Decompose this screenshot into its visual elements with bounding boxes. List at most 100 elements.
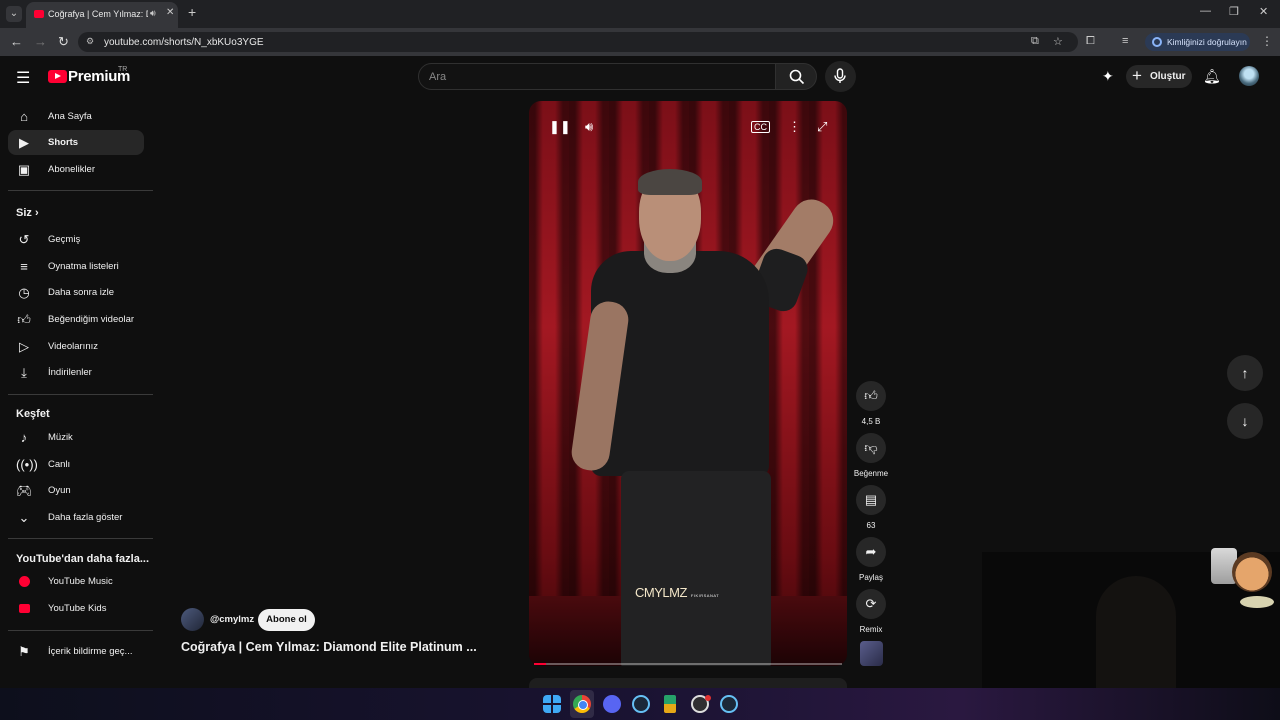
share-button[interactable]: ➦ Paylaş [856,537,886,582]
next-short-button[interactable]: ↓ [1227,403,1263,439]
omnibox[interactable]: ⚙ youtube.com/shorts/N_xbKUo3YGE [78,32,1078,52]
tab-audio-icon[interactable]: 🔊︎ [150,8,156,19]
like-button[interactable]: 👍︎ 4,5 B [856,381,886,426]
arrow-down-icon: ↓ [1241,413,1249,429]
browser-tab[interactable]: Coğrafya | Cem Yılmaz: Dia 🔊︎ ✕ [26,2,178,28]
tab-close-icon[interactable]: ✕ [166,7,174,18]
dislike-label: Beğenme [853,469,889,478]
tab-search-icon[interactable]: ⌄ [6,6,22,22]
address-bar: ← → ↻ ⚙ youtube.com/shorts/N_xbKUo3YGE ⧉… [0,28,1280,56]
sidebar-item-label: Oyun [48,485,71,496]
notifications-bell-icon[interactable]: 🔔︎ [1203,68,1221,85]
restore-icon[interactable]: ❐ [1229,5,1239,18]
sidebar-item-live[interactable]: ((•)) Canlı [8,452,144,477]
new-tab-icon[interactable]: + [188,4,196,20]
browser-menu-icon[interactable]: ⋮ [1261,34,1273,48]
dislike-button[interactable]: 👎︎ Beğenme [854,433,888,478]
sidebar-item-label: Beğendiğim videolar [48,314,135,325]
bookmark-star-icon[interactable]: ☆ [1053,35,1063,48]
sidebar-item-your-videos[interactable]: ▷ Videolarınız [8,334,144,359]
video-performer-hair [638,169,702,195]
sidebar-item-music[interactable]: ♪ Müzik [8,425,144,450]
sidebar-item-gaming[interactable]: 🎮︎ Oyun [8,478,144,503]
channel-name[interactable]: @cmylmz [210,614,254,625]
sidebar-item-home[interactable]: ⌂ Ana Sayfa [8,104,144,129]
windows-start-icon[interactable] [543,695,561,713]
minimize-icon[interactable]: — [1200,5,1211,17]
steam-icon[interactable] [720,695,738,713]
sidebar-item-show-more[interactable]: ⌄ Daha fazla göster [8,505,144,530]
sidebar-item-label: İndirilenler [48,367,92,378]
sidebar-item-history[interactable]: ↺ Geçmiş [8,227,144,252]
avatar[interactable] [1239,66,1259,86]
remix-button[interactable]: ⟳ Remix [856,589,886,634]
menu-icon[interactable]: ☰ [16,68,30,88]
verify-identity-button[interactable]: Kimliğinizi doğrulayın [1145,33,1250,51]
sidebar-item-shorts[interactable]: ▶ Shorts [8,130,144,155]
plus-icon: + [1132,66,1142,85]
sidebar-item-liked-videos[interactable]: 👍︎ Beğendiğim videolar [8,307,144,332]
channel-avatar[interactable] [181,608,204,631]
sidebar-item-downloads[interactable]: ⤓ İndirilenler [8,360,144,385]
volume-icon[interactable]: 🔊︎ [585,119,593,135]
create-button[interactable]: + Oluştur [1126,65,1192,88]
progress-bar[interactable] [534,663,842,665]
reload-icon[interactable]: ↻ [58,34,69,50]
youtube-music-icon [19,576,30,587]
discord-icon[interactable] [603,695,621,713]
search-placeholder: Ara [429,71,447,83]
explore-section-heading: Keşfet [16,408,50,420]
subscribe-button[interactable]: Abone ol [258,609,315,631]
search-button[interactable] [775,63,817,90]
window-close-icon[interactable]: ✕ [1259,5,1268,18]
more-options-icon[interactable]: ⋮ [788,119,801,135]
steam-icon[interactable] [632,695,650,713]
thumbs-down-icon: 👎︎ [856,433,886,463]
site-info-icon[interactable]: ⚙ [86,36,94,47]
shorts-player[interactable]: CMYLMZ FIKIRSANAT ❚❚ 🔊︎ CC ⋮ ⤢ [529,101,847,666]
your-videos-icon: ▷ [19,339,29,354]
pause-icon[interactable]: ❚❚ [549,119,571,135]
sidebar-item-label: Oynatma listeleri [48,261,119,272]
comments-button[interactable]: ▤ 63 [856,485,886,530]
shorts-icon: ▶ [19,135,29,150]
sidebar-item-watch-later[interactable]: ◷ Daha sonra izle [8,280,144,305]
app-icon[interactable] [664,695,676,713]
sidebar-item-playlists[interactable]: ≡ Oynatma listeleri [8,254,144,279]
back-icon[interactable]: ← [10,34,23,49]
previous-short-button[interactable]: ↑ [1227,355,1263,391]
shorts-create-icon[interactable]: ✦ [1102,68,1114,85]
fullscreen-icon[interactable]: ⤢ [817,119,827,135]
search-input[interactable]: Ara [418,63,776,90]
chrome-icon[interactable] [573,695,591,713]
url-text[interactable]: youtube.com/shorts/N_xbKUo3YGE [104,37,264,48]
history-icon: ↺ [18,232,30,247]
sidebar: ⌂ Ana Sayfa ▶ Shorts ▣ Abonelikler Siz ›… [0,98,160,688]
voice-search-button[interactable] [825,61,856,92]
extensions-icon[interactable]: ⧠ [1086,35,1095,48]
forward-icon[interactable]: → [34,34,47,49]
captions-icon[interactable]: CC [751,121,770,133]
media-control-icon[interactable]: ≡ [1122,35,1128,47]
sidebar-divider [8,630,153,631]
sidebar-item-youtube-kids[interactable]: YouTube Kids [8,596,144,621]
share-label: Paylaş [858,573,883,582]
video-title[interactable]: Coğrafya | Cem Yılmaz: Diamond Elite Pla… [181,640,477,654]
sidebar-item-label: Shorts [48,137,79,148]
webcam-person [1096,576,1176,688]
arrow-up-icon: ↑ [1241,365,1249,381]
country-code: TR [118,66,128,73]
install-app-icon[interactable]: ⧉ [1031,35,1039,48]
sidebar-item-youtube-music[interactable]: YouTube Music [8,569,144,594]
video-watermark: CMYLMZ FIKIRSANAT [635,585,720,600]
sidebar-item-report[interactable]: ⚑ İçerik bildirme geç... [8,639,144,664]
sidebar-item-label: Canlı [48,459,71,470]
remix-label: Remix [859,625,883,634]
sidebar-item-subscriptions[interactable]: ▣ Abonelikler [8,157,144,182]
remix-icon: ⟳ [856,589,886,619]
account-icon [1152,37,1162,47]
you-section-heading[interactable]: Siz › [16,207,39,219]
sticker-plate-icon [1240,596,1274,608]
subscriptions-icon: ▣ [17,162,31,177]
sound-thumbnail[interactable] [860,641,883,666]
